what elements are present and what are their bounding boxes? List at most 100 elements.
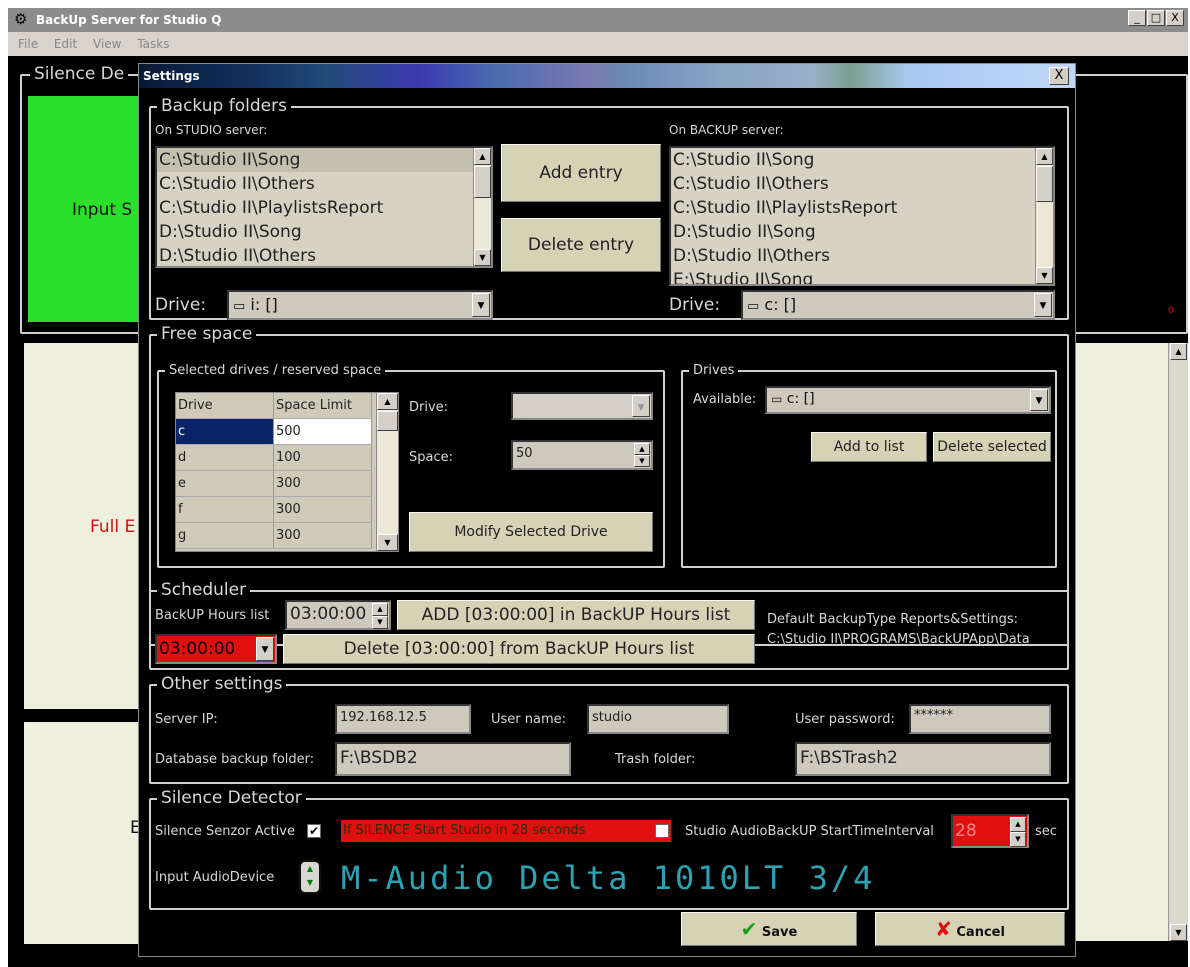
user-password-field[interactable]: ******	[909, 704, 1051, 734]
spin-down-icon[interactable]: ▼	[372, 616, 388, 629]
drive-icon: ▭	[771, 392, 783, 406]
chevron-down-icon[interactable]: ▼	[632, 395, 650, 417]
list-item[interactable]: D:\Studio II\Others	[671, 244, 1053, 268]
drives-grid[interactable]: Drive Space Limit c 500 d 100 e 300 f 30…	[175, 392, 399, 552]
list-item[interactable]: C:\Studio II\Others	[671, 172, 1053, 196]
table-row[interactable]: 500	[274, 419, 372, 445]
menu-tasks[interactable]: Tasks	[137, 37, 169, 51]
list-item[interactable]: D:\Studio II\Others	[157, 244, 491, 266]
bg-scroll-up-icon[interactable]: ▲	[1170, 343, 1187, 360]
chevron-down-icon[interactable]: ▼	[1034, 293, 1052, 317]
close-button[interactable]: X	[1166, 10, 1184, 26]
backup-list-scrollbar[interactable]: ▲ ▼	[1035, 148, 1053, 284]
table-row[interactable]: c	[176, 419, 274, 445]
scheduler-title: Scheduler	[157, 580, 251, 600]
spin-up-icon[interactable]: ▲	[372, 603, 388, 616]
server-ip-field[interactable]: 192.168.12.5	[335, 704, 471, 734]
scroll-thumb[interactable]	[377, 411, 398, 431]
list-item[interactable]: E:\Studio II\Song	[671, 268, 1053, 284]
spin-up-icon[interactable]: ▲	[634, 443, 650, 455]
time-value: 03:00:00	[290, 604, 367, 624]
table-row[interactable]: 300	[274, 523, 372, 549]
list-item[interactable]: C:\Studio II\PlaylistsReport	[671, 196, 1053, 220]
chevron-down-icon[interactable]: ▼	[256, 637, 274, 661]
spin-down-icon[interactable]: ▼	[634, 455, 650, 467]
scroll-thumb[interactable]	[474, 166, 491, 198]
cancel-button[interactable]: ✘ Cancel	[875, 912, 1065, 946]
bg-right-panel	[1076, 343, 1168, 941]
bg-e-panel: E	[24, 722, 141, 944]
add-hour-button[interactable]: ADD [03:00:00] in BackUP Hours list	[397, 600, 755, 630]
trash-folder-field[interactable]: F:\BSTrash2	[795, 742, 1051, 776]
delete-selected-button[interactable]: Delete selected	[933, 432, 1051, 462]
minimize-button[interactable]: _	[1128, 10, 1146, 26]
menu-edit[interactable]: Edit	[54, 37, 77, 51]
space-stepper[interactable]: 50 ▲ ▼	[511, 440, 653, 470]
scroll-up-icon[interactable]: ▲	[377, 393, 398, 410]
interval-stepper[interactable]: 28 ▲ ▼	[951, 814, 1029, 848]
list-item[interactable]: C:\Studio II\PlaylistsReport	[157, 196, 491, 220]
hours-list-select[interactable]: 03:00:00 ▼	[155, 634, 277, 664]
studio-list-scrollbar[interactable]: ▲ ▼	[473, 148, 491, 266]
chevron-down-icon[interactable]: ▼	[1030, 389, 1048, 411]
backup-drive-select[interactable]: ▭ c: [] ▼	[741, 290, 1055, 320]
table-row[interactable]: g	[176, 523, 274, 549]
delete-hour-button[interactable]: Delete [03:00:00] from BackUP Hours list	[283, 634, 755, 664]
list-item[interactable]: D:\Studio II\Song	[671, 220, 1053, 244]
studio-folders-list[interactable]: C:\Studio II\Song C:\Studio II\Others C:…	[155, 146, 493, 268]
scroll-down-icon[interactable]: ▼	[1036, 267, 1053, 284]
scroll-down-icon[interactable]: ▼	[377, 534, 398, 551]
spin-down-icon[interactable]: ▼	[1010, 832, 1026, 847]
modify-selected-drive-button[interactable]: Modify Selected Drive	[409, 512, 653, 552]
silence-senzor-checkbox[interactable]: ✔	[307, 824, 321, 838]
table-row[interactable]: 300	[274, 497, 372, 523]
user-name-field[interactable]: studio	[587, 704, 729, 734]
bg-scroll-down-icon[interactable]: ▼	[1170, 924, 1187, 941]
interval-label: Studio AudioBackUP StartTimeInterval	[685, 824, 934, 839]
backup-folders-title: Backup folders	[157, 96, 291, 116]
list-item[interactable]: D:\Studio II\Song	[157, 220, 491, 244]
table-row[interactable]: d	[176, 445, 274, 471]
table-row[interactable]: f	[176, 497, 274, 523]
table-row[interactable]: e	[176, 471, 274, 497]
scroll-up-icon[interactable]: ▲	[474, 148, 491, 165]
save-button[interactable]: ✔ Save	[681, 912, 857, 946]
table-row[interactable]: 100	[274, 445, 372, 471]
list-item[interactable]: C:\Studio II\Others	[157, 172, 491, 196]
scroll-down-icon[interactable]: ▼	[474, 249, 491, 266]
time-stepper[interactable]: 03:00:00 ▲ ▼	[285, 600, 391, 630]
bg-input-label: Input S	[72, 200, 133, 220]
col-header-limit[interactable]: Space Limit	[274, 393, 372, 419]
drives-title: Drives	[689, 362, 739, 380]
interval-value: 28	[955, 821, 977, 841]
list-item[interactable]: C:\Studio II\Song	[671, 148, 1053, 172]
backup-folders-list[interactable]: C:\Studio II\Song C:\Studio II\Others C:…	[669, 146, 1055, 286]
device-selector-icon[interactable]: ▲ ▼	[299, 860, 321, 894]
space-label: Space:	[409, 450, 453, 465]
menu-view[interactable]: View	[93, 37, 121, 51]
studio-server-label: On STUDIO server:	[155, 123, 268, 137]
chevron-down-icon[interactable]: ▼	[472, 293, 490, 317]
fs-drive-select[interactable]: ▼	[511, 392, 653, 420]
menu-file[interactable]: File	[18, 37, 38, 51]
silence-start-checkbox[interactable]	[655, 824, 669, 838]
col-header-drive[interactable]: Drive	[176, 393, 274, 419]
scroll-up-icon[interactable]: ▲	[1036, 148, 1053, 165]
available-drive-select[interactable]: ▭ c: [] ▼	[765, 386, 1051, 414]
bg-scrollbar[interactable]: ▲ ▼	[1168, 343, 1188, 941]
delete-entry-button[interactable]: Delete entry	[501, 218, 661, 272]
scroll-thumb[interactable]	[1036, 166, 1053, 202]
table-row[interactable]: 300	[274, 471, 372, 497]
spin-up-icon[interactable]: ▲	[1010, 817, 1026, 832]
list-item[interactable]: C:\Studio II\Song	[157, 148, 491, 172]
server-ip-label: Server IP:	[155, 712, 218, 727]
add-to-list-button[interactable]: Add to list	[811, 432, 927, 462]
settings-close-button[interactable]: X	[1049, 67, 1069, 85]
grid-scrollbar[interactable]: ▲ ▼	[376, 393, 398, 551]
db-folder-field[interactable]: F:\BSDB2	[335, 742, 571, 776]
studio-drive-select[interactable]: ▭ i: [] ▼	[227, 290, 493, 320]
trash-folder-label: Trash folder:	[615, 752, 696, 767]
checkmark-icon: ✔	[740, 917, 758, 941]
maximize-button[interactable]: □	[1147, 10, 1165, 26]
add-entry-button[interactable]: Add entry	[501, 144, 661, 202]
